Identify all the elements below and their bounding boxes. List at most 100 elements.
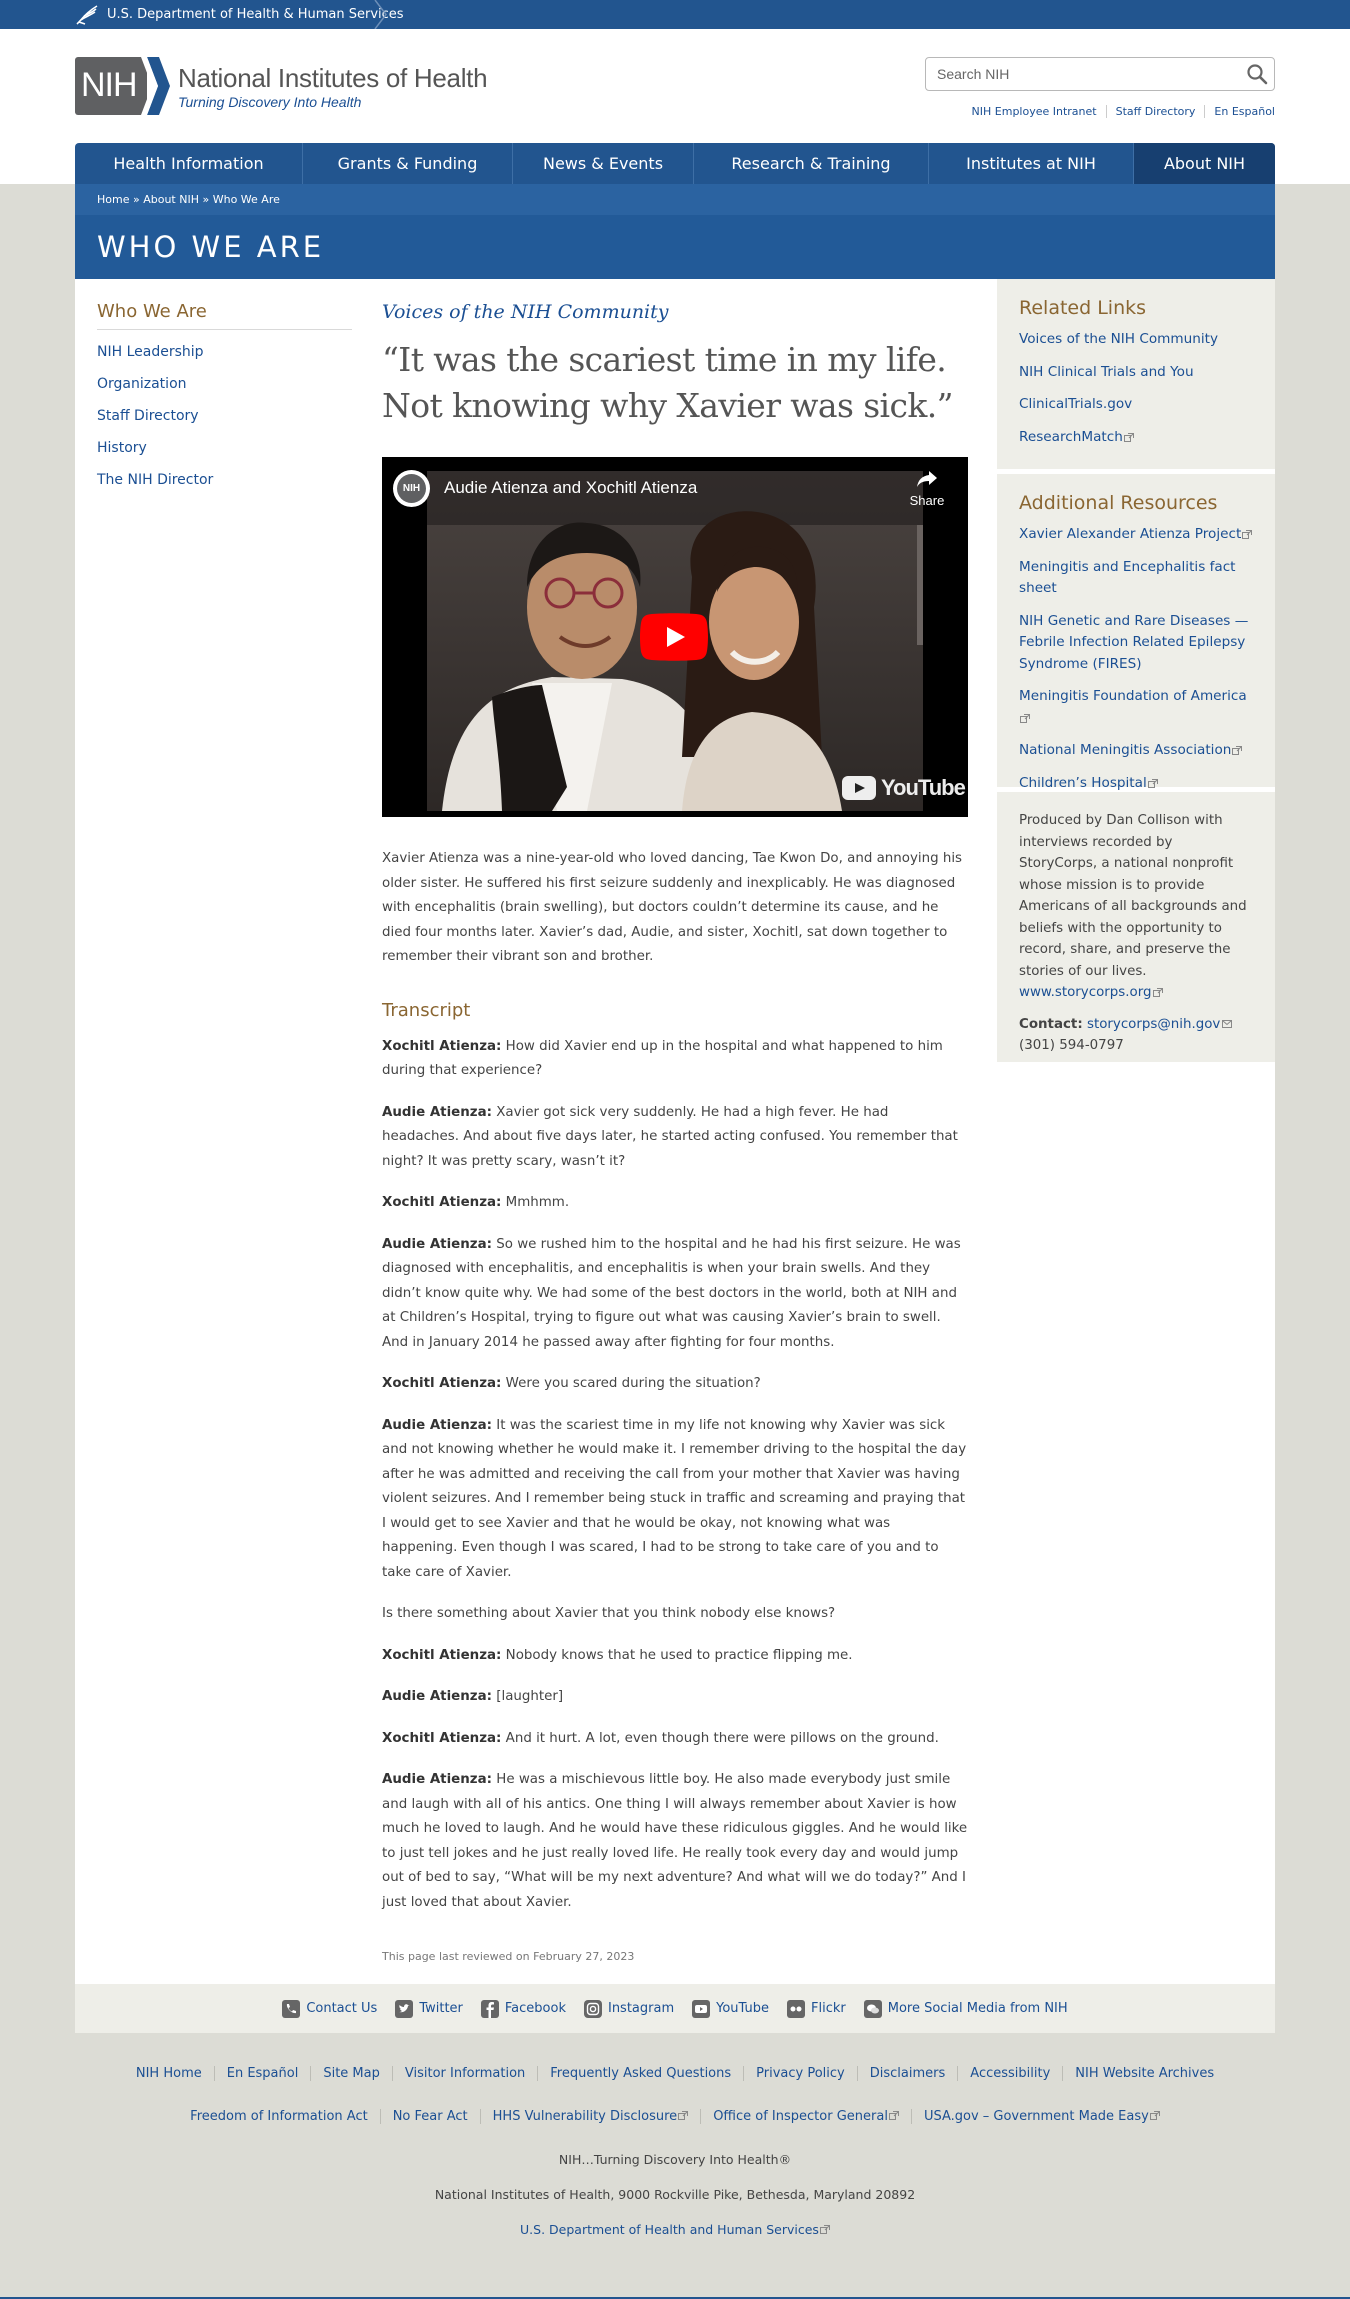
utility-links: NIH Employee Intranet Staff Directory En… <box>963 105 1275 118</box>
footer-link-no-fear-act[interactable]: No Fear Act <box>379 2109 480 2124</box>
breadcrumb-about[interactable]: About NIH <box>143 193 199 206</box>
footer-link-visitor-info[interactable]: Visitor Information <box>391 2066 537 2081</box>
sidebar-item-staff-directory[interactable]: Staff Directory <box>97 400 352 432</box>
search-icon[interactable] <box>1246 63 1268 85</box>
article: Voices of the NIH Community “It was the … <box>382 301 968 1963</box>
transcript-paragraph: Xochitl Atienza: And it hurt. A lot, eve… <box>382 1727 968 1752</box>
nav-research-training[interactable]: Research & Training <box>694 143 929 184</box>
hhs-chevron-icon <box>374 0 387 29</box>
youtube-watermark[interactable]: YouTube <box>842 775 966 801</box>
footer-link-usa-gov[interactable]: USA.gov – Government Made Easy <box>910 2109 1172 2124</box>
footer-link-oig[interactable]: Office of Inspector General <box>700 2109 911 2124</box>
transcript-paragraph: Audie Atienza: So we rushed him to the h… <box>382 1233 968 1356</box>
footer-link-faq[interactable]: Frequently Asked Questions <box>537 2066 743 2081</box>
footer-link-site-map[interactable]: Site Map <box>310 2066 392 2081</box>
nav-news-events[interactable]: News & Events <box>513 143 694 184</box>
nav-institutes[interactable]: Institutes at NIH <box>929 143 1134 184</box>
social-instagram[interactable]: Instagram <box>583 1999 674 2018</box>
related-link-voices[interactable]: Voices of the NIH Community <box>1019 329 1253 351</box>
social-facebook[interactable]: Facebook <box>480 1999 566 2018</box>
speaker-text: He was a mischievous little boy. He also… <box>382 1772 968 1910</box>
external-link-icon <box>819 2225 830 2234</box>
footer-link-espanol[interactable]: En Español <box>213 2066 311 2081</box>
flickr-icon <box>787 1999 805 2018</box>
espanol-link[interactable]: En Español <box>1204 105 1275 118</box>
footer-links-secondary: Freedom of Information Act No Fear Act H… <box>0 2109 1350 2124</box>
nav-about-nih[interactable]: About NIH <box>1134 143 1275 184</box>
search-input[interactable] <box>926 58 1226 90</box>
sidebar-item-director[interactable]: The NIH Director <box>97 464 352 496</box>
search-box <box>925 57 1275 91</box>
transcript-paragraph: Is there something about Xavier that you… <box>382 1602 968 1627</box>
nih-logo[interactable]: NIH National Institutes of Health Turnin… <box>75 57 488 115</box>
resource-link-fires[interactable]: NIH Genetic and Rare Diseases — Febrile … <box>1019 611 1253 676</box>
speaker-text: It was the scariest time in my life not … <box>382 1417 967 1580</box>
youtube-icon <box>692 1999 711 2018</box>
transcript-paragraph: Xochitl Atienza: Were you scared during … <box>382 1372 968 1397</box>
speaker-name: Audie Atienza: <box>382 1104 492 1120</box>
page-title: WHO WE ARE <box>97 230 325 264</box>
footer-link-nih-home[interactable]: NIH Home <box>124 2066 214 2081</box>
nav-health-information[interactable]: Health Information <box>75 143 303 184</box>
breadcrumb: Home » About NIH » Who We Are <box>75 184 1275 215</box>
speaker-text: And it hurt. A lot, even though there we… <box>505 1730 939 1746</box>
transcript-paragraph: Audie Atienza: Xavier got sick very sudd… <box>382 1101 968 1175</box>
breadcrumb-home[interactable]: Home <box>97 193 129 206</box>
resource-link-meningitis-association[interactable]: National Meningitis Association <box>1019 740 1253 762</box>
video-share-button[interactable]: Share <box>902 469 952 508</box>
related-links-heading: Related Links <box>1019 297 1147 319</box>
hhs-link[interactable]: U.S. Department of Health & Human Servic… <box>75 0 420 29</box>
speaker-name: Xochitl Atienza: <box>382 1376 502 1391</box>
sidebar-item-leadership[interactable]: NIH Leadership <box>97 336 352 368</box>
footer-link-accessibility[interactable]: Accessibility <box>957 2066 1062 2081</box>
resource-link-atienza-project[interactable]: Xavier Alexander Atienza Project <box>1019 524 1253 546</box>
site-tagline: Turning Discovery Into Health <box>178 93 362 110</box>
footer-tagline: NIH…Turning Discovery Into Health® <box>558 2152 792 2167</box>
social-flickr[interactable]: Flickr <box>787 1999 846 2018</box>
social-twitter[interactable]: Twitter <box>395 1999 463 2018</box>
social-contact-us[interactable]: Contact Us <box>282 1999 377 2018</box>
storycorps-link[interactable]: www.storycorps.org <box>1019 985 1152 1000</box>
social-youtube[interactable]: YouTube <box>692 1999 769 2018</box>
nav-grants-funding[interactable]: Grants & Funding <box>303 143 513 184</box>
video-channel-avatar[interactable]: NIH <box>393 470 430 507</box>
speaker-text: Mmhmm. <box>505 1195 570 1210</box>
social-more[interactable]: More Social Media from NIH <box>863 1999 1068 2018</box>
resource-link-meningitis-foundation[interactable]: Meningitis Foundation of America <box>1019 686 1253 729</box>
social-label: More Social Media from NIH <box>887 2001 1068 2016</box>
footer-link-privacy[interactable]: Privacy Policy <box>743 2066 857 2081</box>
credits-box: Produced by Dan Collison with interviews… <box>997 792 1275 1062</box>
speaker-name: Xochitl Atienza: <box>382 1647 502 1663</box>
additional-resources-heading: Additional Resources <box>1019 492 1218 514</box>
resource-link-label: Meningitis and Encephalitis fact sheet <box>1019 558 1236 597</box>
footer-link-disclaimers[interactable]: Disclaimers <box>856 2066 958 2081</box>
video-title[interactable]: Audie Atienza and Xochitl Atienza <box>444 478 697 498</box>
transcript-heading: Transcript <box>382 999 471 1021</box>
related-link-clinicaltrials-gov[interactable]: ClinicalTrials.gov <box>1019 394 1253 416</box>
footer-hhs-link[interactable]: U.S. Department of Health and Human Serv… <box>0 2222 1350 2237</box>
footer-link-vulnerability[interactable]: HHS Vulnerability Disclosure <box>479 2109 701 2124</box>
email-icon <box>1222 1019 1233 1028</box>
related-link-label: ClinicalTrials.gov <box>1019 396 1133 412</box>
credits-contact: Contact: storycorps@nih.gov (301) 594-07… <box>1019 1014 1253 1057</box>
external-link-icon <box>1242 530 1253 539</box>
speaker-text: Is there something about Xavier that you… <box>382 1606 836 1621</box>
related-link-researchmatch[interactable]: ResearchMatch <box>1019 427 1253 449</box>
video-channel-name: NIH <box>397 474 426 503</box>
article-kicker[interactable]: Voices of the NIH Community <box>382 301 968 323</box>
sidebar-item-organization[interactable]: Organization <box>97 368 352 400</box>
sidebar-item-history[interactable]: History <box>97 432 352 464</box>
footer-link-archives[interactable]: NIH Website Archives <box>1062 2066 1226 2081</box>
contact-email-link[interactable]: storycorps@nih.gov <box>1087 1017 1220 1032</box>
resource-link-fact-sheet[interactable]: Meningitis and Encephalitis fact sheet <box>1019 557 1253 600</box>
section-sidebar: Who We Are NIH Leadership Organization S… <box>97 301 352 496</box>
footer-link-foia[interactable]: Freedom of Information Act <box>178 2109 380 2124</box>
video-player[interactable]: NIH Audie Atienza and Xochitl Atienza Sh… <box>382 457 968 817</box>
staff-directory-link[interactable]: Staff Directory <box>1105 105 1205 118</box>
related-link-clinical-trials-and-you[interactable]: NIH Clinical Trials and You <box>1019 362 1253 384</box>
transcript-paragraph: Xochitl Atienza: Mmhmm. <box>382 1191 968 1216</box>
breadcrumb-current: Who We Are <box>212 193 280 206</box>
youtube-play-button[interactable] <box>640 613 708 661</box>
employee-intranet-link[interactable]: NIH Employee Intranet <box>963 105 1106 118</box>
resource-link-childrens-hospital[interactable]: Children’s Hospital <box>1019 773 1253 795</box>
